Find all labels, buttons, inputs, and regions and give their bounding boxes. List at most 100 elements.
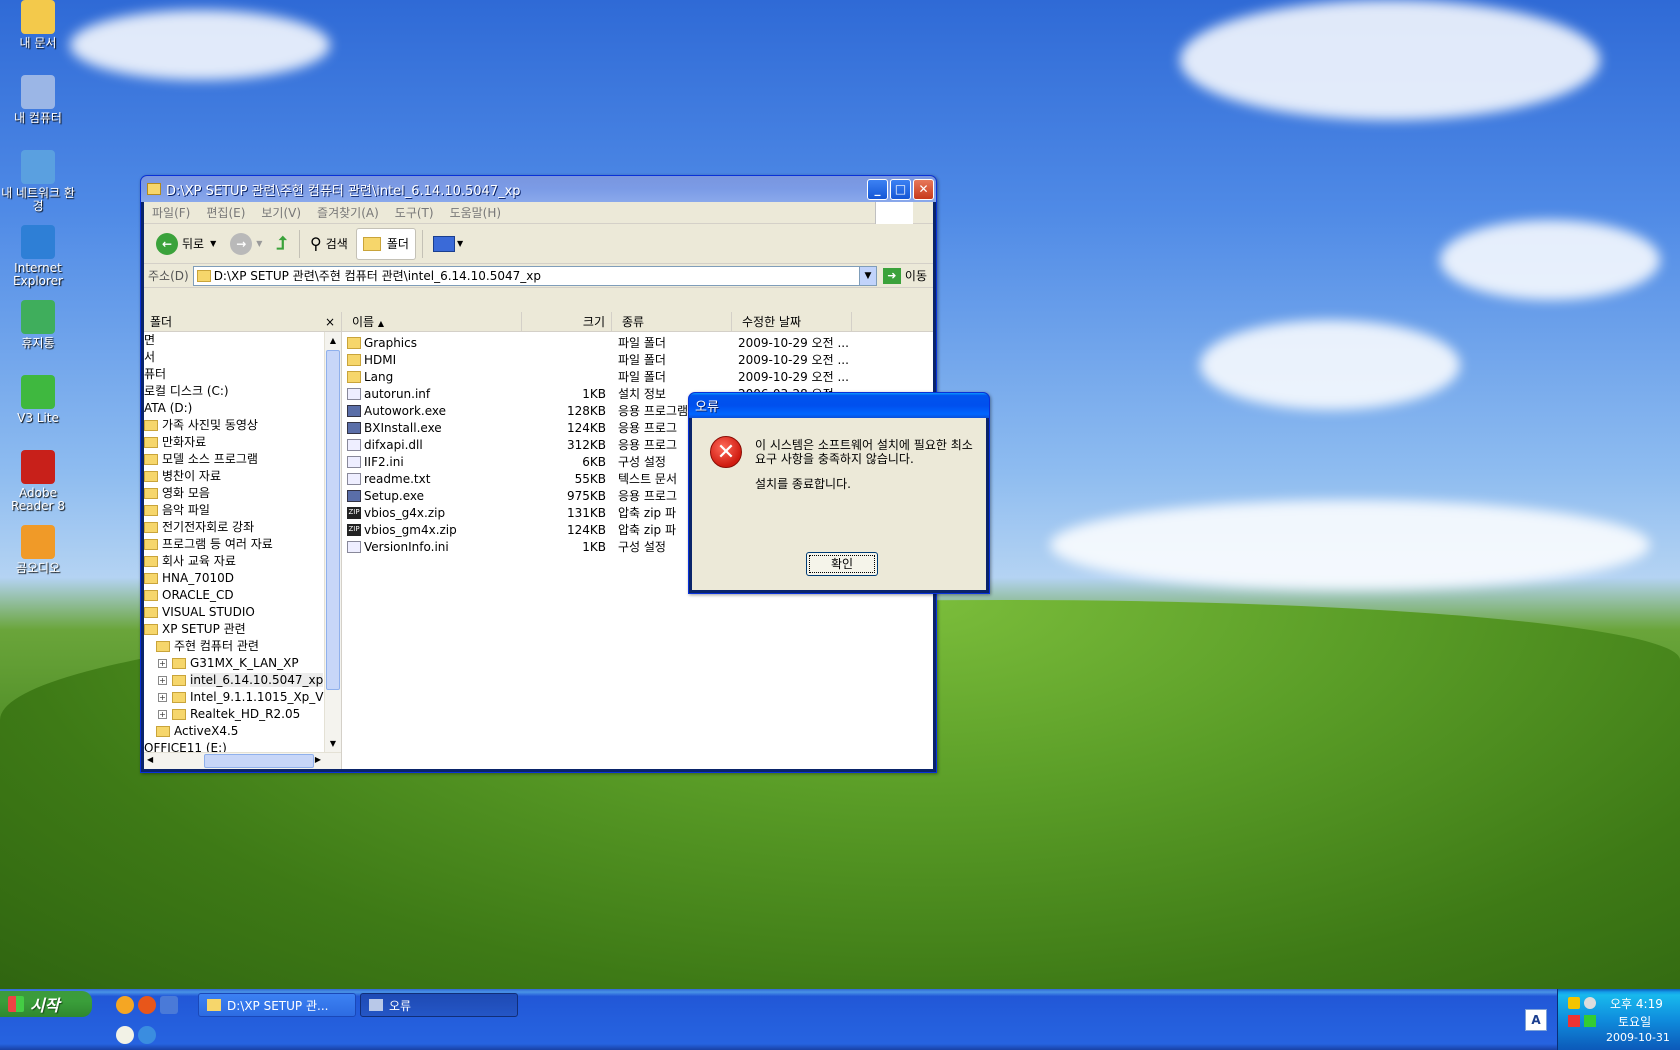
up-button[interactable]: ⮥ <box>270 228 293 260</box>
desktop-icon[interactable]: Adobe Reader 8 <box>0 450 76 513</box>
desktop-icon[interactable]: 휴지통 <box>0 300 76 350</box>
tree-item[interactable]: 프로그램 등 여러 자료 <box>144 536 324 553</box>
v3-lite-icon[interactable] <box>1584 1015 1596 1027</box>
tree-item[interactable]: 모델 소스 프로그램 <box>144 451 324 468</box>
file-name-label: Autowork.exe <box>364 403 447 418</box>
quicklaunch-icon[interactable] <box>160 996 178 1014</box>
task-explorer[interactable]: D:\XP SETUP 관... <box>198 993 356 1017</box>
vertical-scrollbar[interactable]: ▲ ▼ <box>324 332 341 752</box>
tree-item[interactable]: + G31MX_K_LAN_XP <box>144 655 324 672</box>
tree-item[interactable]: ATA (D:) <box>144 400 324 417</box>
tray-icon[interactable] <box>1584 997 1596 1009</box>
column-date[interactable]: 수정한 날짜 <box>732 311 852 332</box>
column-name[interactable]: 이름 ▲ <box>342 311 522 332</box>
tree-item[interactable]: 영화 모음 <box>144 485 324 502</box>
chevron-down-icon[interactable]: ▼ <box>858 266 876 285</box>
tree-item[interactable]: 병찬이 자료 <box>144 468 324 485</box>
chevron-down-icon[interactable]: ▼ <box>210 239 216 248</box>
desktop-icon[interactable]: 곰오디오 <box>0 525 76 575</box>
menu-tools[interactable]: 도구(T) <box>395 204 434 221</box>
scroll-right-icon[interactable]: ▶ <box>315 755 321 764</box>
file-name: IIF2.ini <box>342 455 522 469</box>
folders-button[interactable]: 폴더 <box>355 227 416 260</box>
tree-item[interactable]: + Intel_9.1.1.1015_Xp_Vis <box>144 689 324 706</box>
close-icon[interactable]: × <box>325 315 335 329</box>
tree-item[interactable]: HNA_7010D <box>144 570 324 587</box>
expand-icon[interactable]: + <box>158 693 167 702</box>
scroll-down-icon[interactable]: ▼ <box>325 735 341 752</box>
security-icon[interactable] <box>1568 997 1580 1009</box>
scroll-up-icon[interactable]: ▲ <box>325 332 341 349</box>
folder-icon <box>347 370 361 383</box>
tree-item-label: 음악 파일 <box>162 503 210 517</box>
desktop-icon[interactable]: 내 컴퓨터 <box>0 75 76 125</box>
scroll-thumb[interactable] <box>204 754 314 768</box>
ok-button[interactable]: 확인 <box>806 552 878 576</box>
explorer-titlebar[interactable]: D:\XP SETUP 관련\주현 컴퓨터 관련\intel_6.14.10.5… <box>141 176 936 202</box>
views-button[interactable]: ▼ <box>427 228 469 260</box>
desktop-icon[interactable]: V3 Lite <box>0 375 76 425</box>
tree-item[interactable]: 전기전자회로 강좌 <box>144 519 324 536</box>
tree-item[interactable]: 퓨터 <box>144 366 324 383</box>
tree-item[interactable]: XP SETUP 관련 <box>144 621 324 638</box>
close-button[interactable]: ✕ <box>913 178 934 200</box>
tree-item[interactable]: 음악 파일 <box>144 502 324 519</box>
search-button[interactable]: ⚲ 검색 <box>304 228 354 260</box>
go-button[interactable]: ➜ 이동 <box>877 267 933 284</box>
tree-item[interactable]: 로컬 디스크 (C:) <box>144 383 324 400</box>
quicklaunch-icon[interactable] <box>116 1026 134 1044</box>
file-row[interactable]: Graphics 파일 폴더 2009-10-29 오전 ... <box>342 334 933 351</box>
minimize-button[interactable]: _ <box>867 178 888 200</box>
file-row[interactable]: Lang 파일 폴더 2009-10-29 오전 ... <box>342 368 933 385</box>
file-size: 312KB <box>566 437 606 452</box>
tree-item[interactable]: 가족 사진및 동영상 <box>144 417 324 434</box>
tree-item[interactable]: 만화자료 <box>144 434 324 451</box>
expand-icon[interactable]: + <box>158 659 167 668</box>
column-size[interactable]: 크기 <box>522 311 612 332</box>
go-arrow-icon: ➜ <box>882 267 901 284</box>
tree-item[interactable]: 주현 컴퓨터 관련 <box>144 638 324 655</box>
start-button[interactable]: 시작 <box>0 991 92 1017</box>
tree-item[interactable]: 회사 교육 자료 <box>144 553 324 570</box>
internet-explorer-icon[interactable] <box>138 1026 156 1044</box>
file-icon <box>347 387 361 400</box>
tree-item[interactable]: 서 <box>144 349 324 366</box>
back-button[interactable]: ← 뒤로 ▼ <box>150 228 222 260</box>
expand-icon[interactable]: + <box>158 710 167 719</box>
menu-help[interactable]: 도움말(H) <box>450 204 502 221</box>
error-dialog[interactable]: 오류 ✕ 이 시스템은 소프트웨어 설치에 필요한 최소 요구 사항을 충족하지… <box>688 392 990 594</box>
expand-icon[interactable]: + <box>158 676 167 685</box>
maximize-button[interactable]: □ <box>890 178 911 200</box>
tree-item[interactable]: + Realtek_HD_R2.05 <box>144 706 324 723</box>
address-input[interactable]: D:\XP SETUP 관련\주현 컴퓨터 관련\intel_6.14.10.5… <box>192 265 877 286</box>
tree-item[interactable]: 면 <box>144 332 324 349</box>
task-error[interactable]: 오류 <box>360 993 518 1017</box>
desktop-icon[interactable]: 내 네트워크 환경 <box>0 150 76 213</box>
desktop-icon[interactable]: Internet Explorer <box>0 225 76 288</box>
scroll-left-icon[interactable]: ◀ <box>147 755 153 764</box>
horizontal-scrollbar[interactable]: ◀ ▶ <box>144 752 341 769</box>
column-type[interactable]: 종류 <box>612 311 732 332</box>
chevron-down-icon[interactable]: ▼ <box>457 239 463 248</box>
dialog-titlebar[interactable]: 오류 <box>689 393 989 418</box>
language-indicator[interactable]: A <box>1525 1009 1547 1031</box>
menu-view[interactable]: 보기(V) <box>261 204 301 221</box>
desktop-icon[interactable]: 내 문서 <box>0 0 76 50</box>
menu-file[interactable]: 파일(F) <box>152 204 190 221</box>
tree-item[interactable]: ORACLE_CD <box>144 587 324 604</box>
menu-edit[interactable]: 편집(E) <box>206 204 245 221</box>
tree-item[interactable]: + intel_6.14.10.5047_xp <box>144 672 324 689</box>
menu-favorites[interactable]: 즐겨찾기(A) <box>317 204 379 221</box>
tree-item[interactable]: ActiveX4.5 <box>144 723 324 740</box>
scroll-thumb[interactable] <box>326 350 340 690</box>
file-name: difxapi.dll <box>342 438 522 452</box>
volume-icon[interactable] <box>1568 1015 1580 1027</box>
forward-button[interactable]: → ▼ <box>224 228 268 260</box>
file-row[interactable]: HDMI 파일 폴더 2009-10-29 오전 ... <box>342 351 933 368</box>
quicklaunch-icon[interactable] <box>138 996 156 1014</box>
tree-item[interactable]: VISUAL STUDIO <box>144 604 324 621</box>
quicklaunch-icon[interactable] <box>116 996 134 1014</box>
chevron-down-icon[interactable]: ▼ <box>256 239 262 248</box>
tree-item[interactable]: OFFICE11 (E:) <box>144 740 324 752</box>
forward-arrow-icon: → <box>230 232 253 255</box>
